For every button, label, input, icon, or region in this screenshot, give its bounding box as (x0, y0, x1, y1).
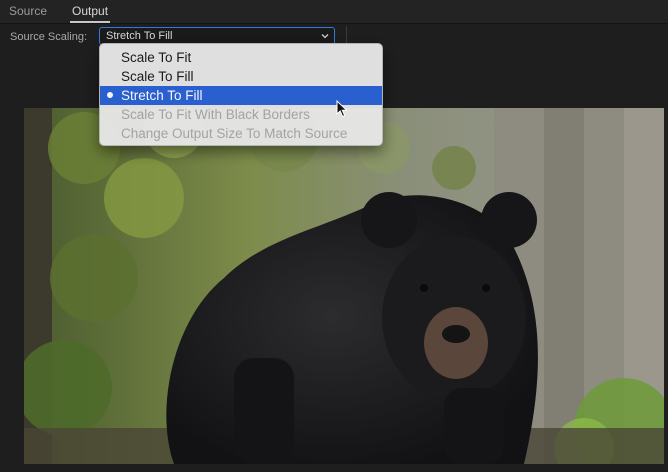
menu-item-label: Scale To Fit With Black Borders (121, 107, 310, 122)
menu-item-label: Change Output Size To Match Source (121, 126, 348, 141)
menu-item-change-output-size: Change Output Size To Match Source (100, 124, 382, 143)
source-scaling-menu: Scale To Fit Scale To Fill Stretch To Fi… (99, 43, 383, 146)
menu-item-scale-to-fill[interactable]: Scale To Fill (100, 67, 382, 86)
menu-item-label: Scale To Fill (121, 69, 194, 84)
tab-source[interactable]: Source (9, 4, 47, 19)
source-scaling-value: Stretch To Fill (106, 30, 173, 42)
video-frame-bear (24, 108, 664, 464)
video-preview (24, 108, 664, 464)
menu-item-label: Stretch To Fill (121, 88, 203, 103)
source-scaling-label: Source Scaling: (10, 31, 88, 43)
radio-dot-icon (107, 92, 113, 98)
menu-item-label: Scale To Fit (121, 50, 192, 65)
menu-item-scale-to-fit[interactable]: Scale To Fit (100, 48, 382, 67)
tab-output[interactable]: Output (69, 4, 111, 23)
arrow-cursor-icon (336, 100, 348, 118)
tab-bar: Source Output (0, 0, 668, 24)
chevron-down-icon (321, 34, 329, 39)
